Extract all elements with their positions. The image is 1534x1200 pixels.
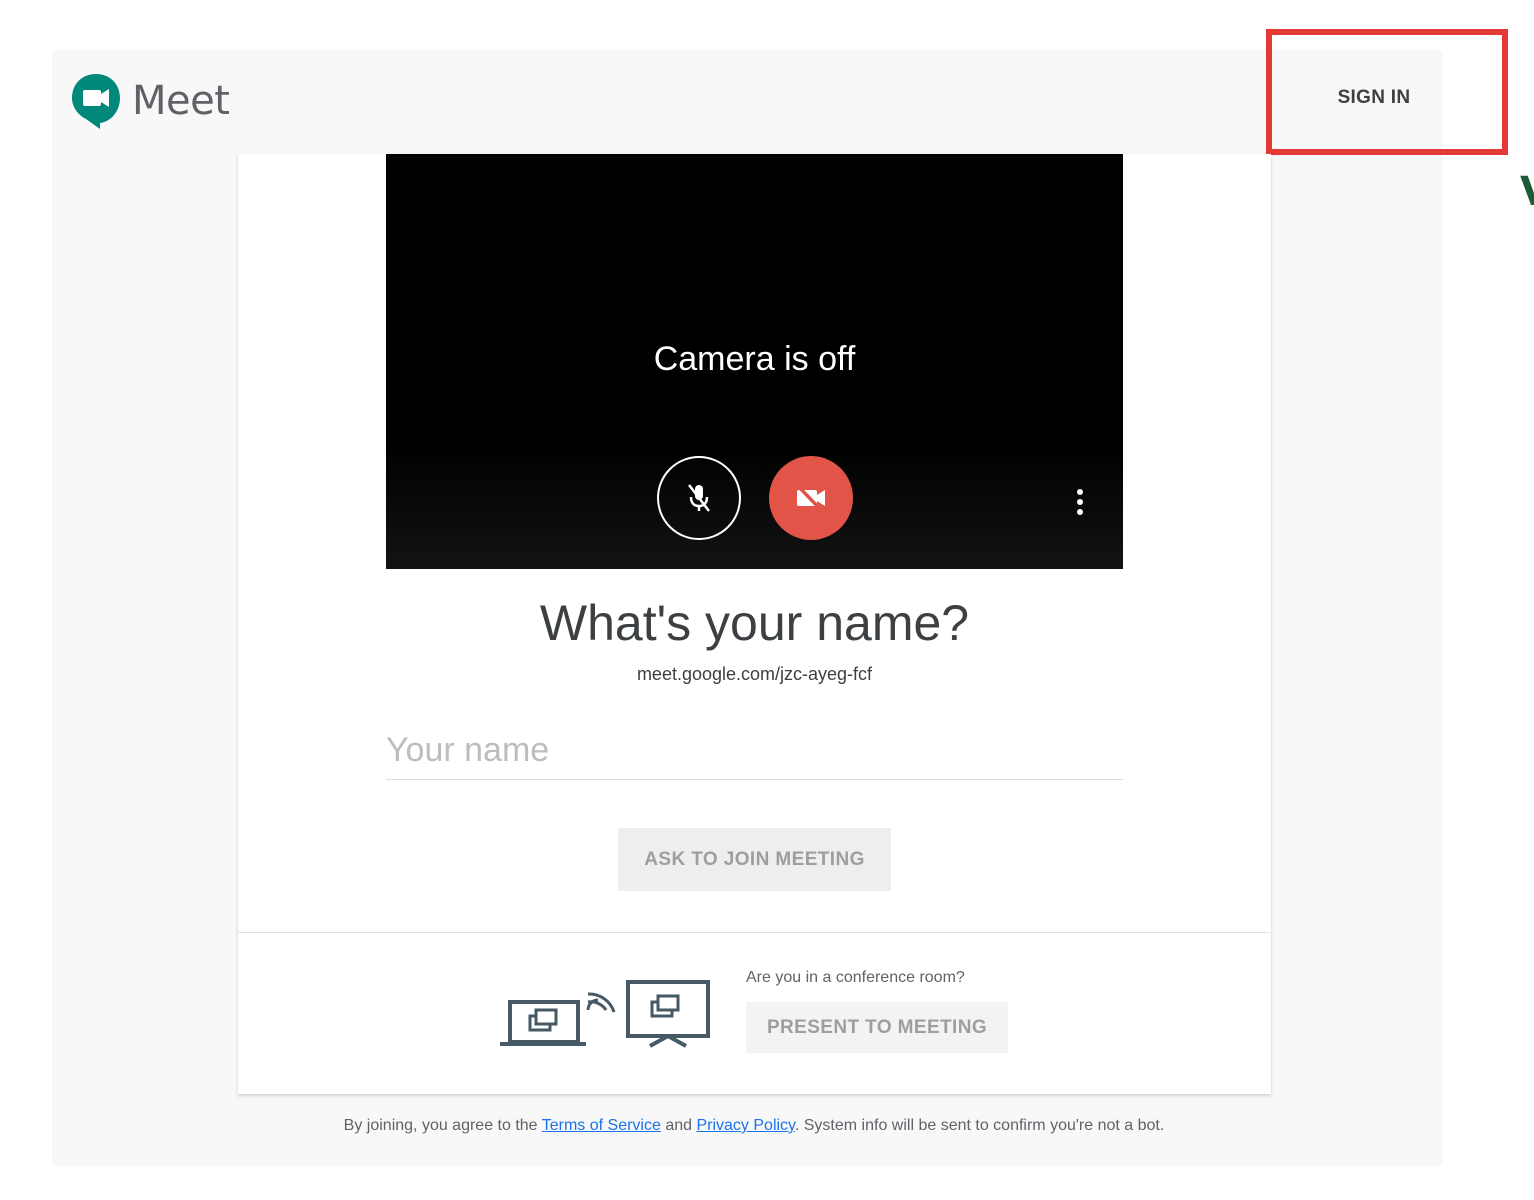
footer-suffix-text: . System info will be sent to confirm yo…	[794, 1117, 1165, 1134]
ask-to-join-button[interactable]: ASK TO JOIN MEETING	[618, 828, 891, 891]
camera-status-text: Camera is off	[653, 340, 856, 378]
legal-footer: By joining, you agree to the Terms of Se…	[52, 1117, 1456, 1135]
microphone-toggle-button[interactable]	[657, 456, 741, 540]
join-card: Camera is off What's your name? meet.goo…	[238, 154, 1271, 1094]
terms-of-service-link[interactable]: Terms of Service	[542, 1117, 661, 1134]
meet-logo-icon	[72, 74, 120, 129]
section-divider	[238, 932, 1271, 933]
more-vert-icon	[1077, 489, 1083, 515]
footer-prefix-text: By joining, you agree to the	[343, 1117, 542, 1134]
meet-logo[interactable]: Meet	[70, 72, 230, 130]
conference-room-question: Are you in a conference room?	[746, 969, 965, 986]
more-options-button[interactable]	[1066, 484, 1094, 520]
mic-off-icon	[688, 484, 710, 512]
video-preview: Camera is off	[386, 154, 1123, 569]
sign-in-button[interactable]: SIGN IN	[1310, 80, 1438, 116]
page: Meet SIGN IN V Camera is off	[0, 0, 1534, 1200]
app-name: Meet	[132, 78, 230, 124]
cast-to-screen-icon	[500, 980, 710, 1048]
privacy-policy-link[interactable]: Privacy Policy	[696, 1117, 794, 1134]
name-input[interactable]	[386, 722, 1123, 780]
footer-and-text: and	[660, 1117, 697, 1134]
edge-glyph: V	[1520, 172, 1534, 212]
videocam-off-icon	[796, 484, 825, 512]
name-prompt-heading: What's your name?	[539, 595, 970, 651]
meeting-url: meet.google.com/jzc-ayeg-fcf	[636, 664, 873, 684]
camera-toggle-button[interactable]	[769, 456, 853, 540]
present-to-meeting-button[interactable]: PRESENT TO MEETING	[746, 1002, 1008, 1053]
